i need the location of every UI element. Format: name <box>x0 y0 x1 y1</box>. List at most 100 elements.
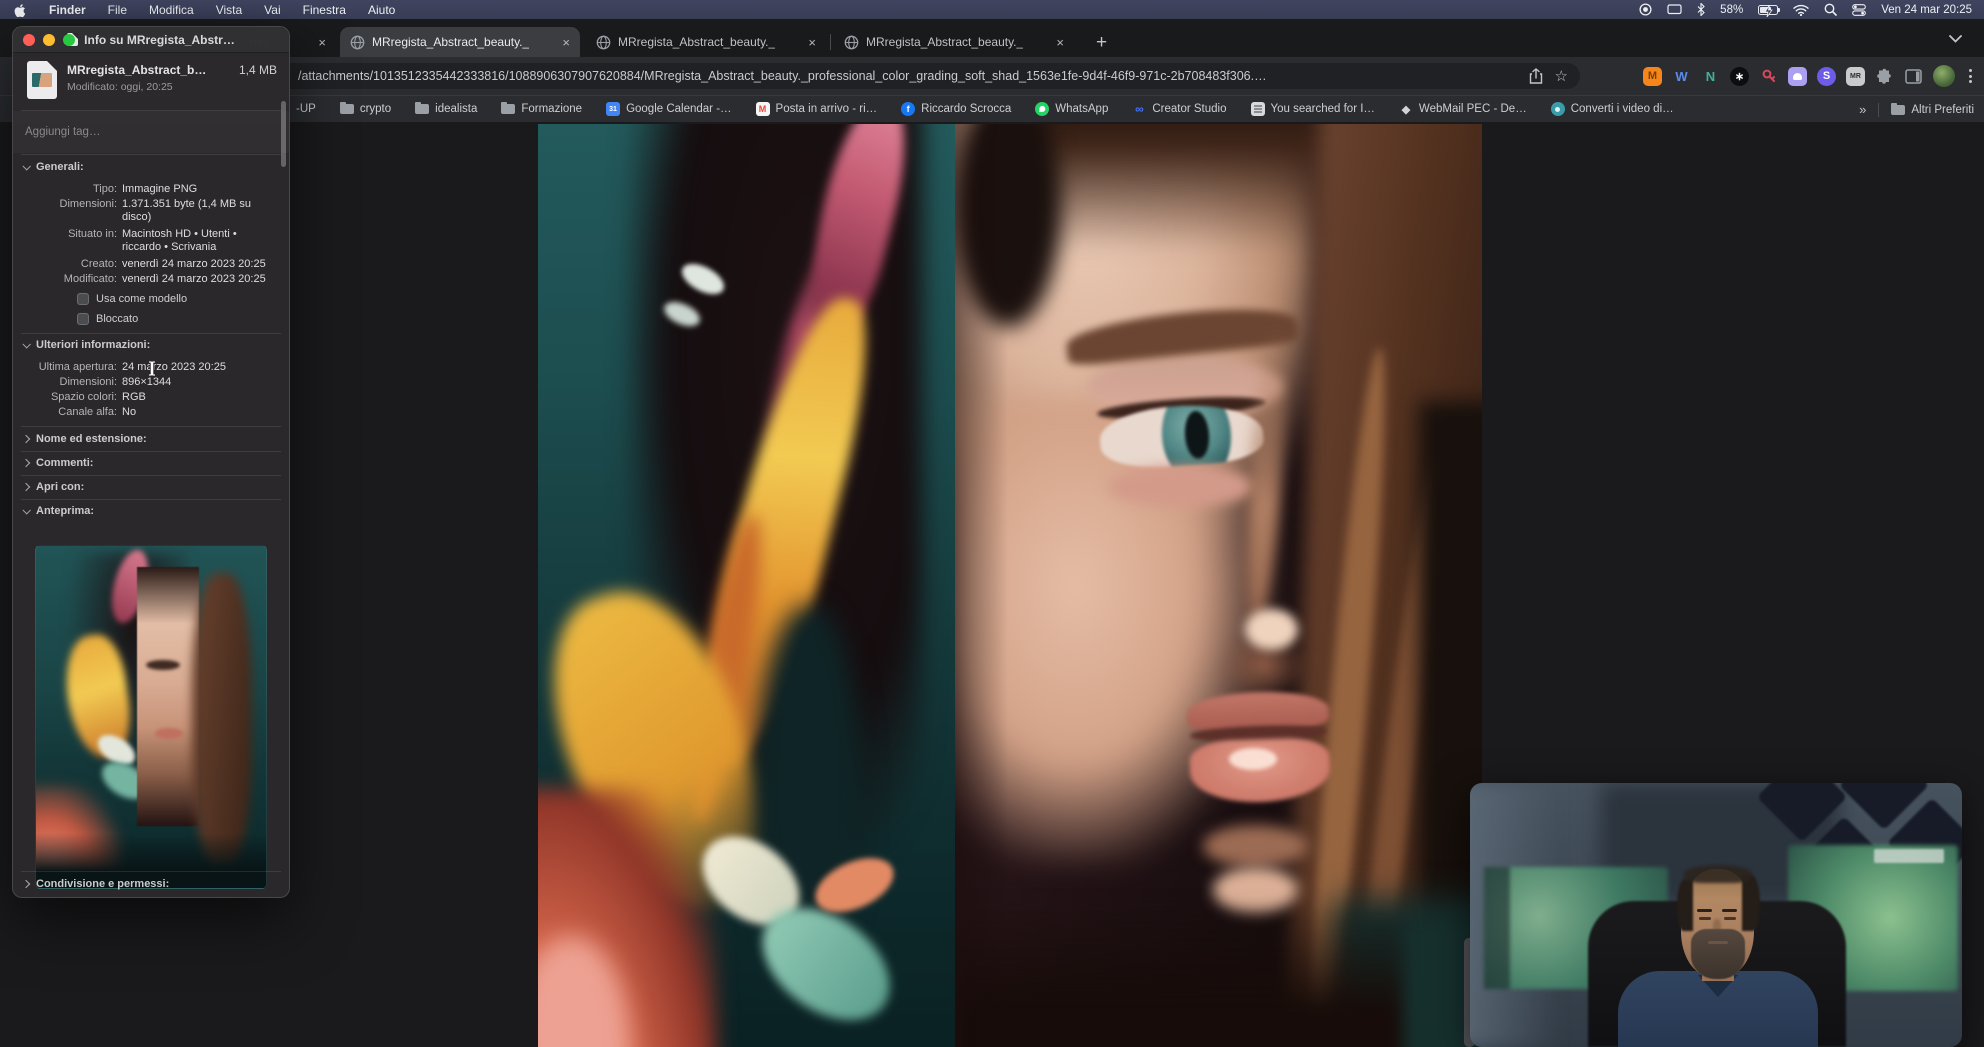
tab-mrregista-3[interactable]: MRregista_Abstract_beauty._ × <box>834 27 1074 57</box>
chevron-down-icon <box>22 162 31 171</box>
address-bar[interactable]: /attachments/1013512335442333816/1088906… <box>240 63 1580 89</box>
menu-item-finestra[interactable]: Finestra <box>303 3 346 17</box>
close-traffic-light[interactable] <box>23 34 35 46</box>
section-anteprima[interactable]: Anteprima: <box>22 505 94 517</box>
video-converter-icon <box>1550 102 1565 116</box>
phantom-extension-icon[interactable] <box>1788 66 1807 86</box>
apple-menu-icon[interactable] <box>14 3 27 17</box>
checkbox-icon[interactable] <box>77 293 89 305</box>
bookmark-converti-video[interactable]: Converti i video di… <box>1550 102 1674 116</box>
info-row-situato-in: Situato in: Macintosh HD • Utenti • ricca… <box>68 228 237 253</box>
extensions-puzzle-icon[interactable] <box>1875 67 1894 86</box>
browser-toolbar: /attachments/1013512335442333816/1088906… <box>0 57 1984 95</box>
mr-extension-icon[interactable]: MR <box>1846 66 1865 86</box>
key-extension-icon[interactable] <box>1759 67 1778 86</box>
bookmark-creator-studio[interactable]: ∞ Creator Studio <box>1132 102 1226 116</box>
info-row-spazio-colori: Spazio colori: RGB <box>50 391 146 403</box>
other-bookmarks-button[interactable]: Altri Preferiti <box>1891 102 1974 116</box>
side-panel-icon[interactable] <box>1904 67 1923 86</box>
section-commenti[interactable]: Commenti: <box>21 457 93 469</box>
tab-search-chevron-icon[interactable] <box>1949 35 1962 43</box>
checkbox-usa-come-modello[interactable]: Usa come modello <box>77 293 187 305</box>
solflare-extension-icon[interactable]: S <box>1817 66 1836 86</box>
globe-favicon <box>596 35 611 49</box>
globe-favicon <box>350 35 365 49</box>
bluetooth-icon[interactable] <box>1697 3 1705 16</box>
tab-close-icon[interactable]: × <box>318 35 326 50</box>
tab-close-icon[interactable]: × <box>1056 35 1064 50</box>
tab-label: MRregista_Abstract_beauty._ <box>372 35 530 49</box>
portrait-image <box>538 124 1482 1047</box>
bookmarks-overflow-chevrons[interactable]: » <box>1859 102 1866 117</box>
bookmark-google-calendar[interactable]: 31 Google Calendar -… <box>606 102 732 116</box>
tab-close-icon[interactable]: × <box>808 35 816 50</box>
control-center-icon[interactable] <box>1852 3 1867 16</box>
tab-mrregista-2[interactable]: MRregista_Abstract_beauty._ × <box>586 27 826 57</box>
bookmark-folder-crypto[interactable]: crypto <box>339 102 391 115</box>
minimize-traffic-light[interactable] <box>43 34 55 46</box>
chevron-right-icon <box>21 482 31 492</box>
display-icon[interactable] <box>1667 3 1682 16</box>
tab-close-icon[interactable]: × <box>562 35 570 50</box>
folder-icon <box>415 102 430 114</box>
chevron-right-icon <box>21 434 31 444</box>
new-tab-button[interactable]: + <box>1096 32 1107 54</box>
screen-recording-icon[interactable] <box>1639 3 1652 16</box>
finder-info-window: Info su MRregista_Abstr… MRregista_Abstr… <box>12 26 290 898</box>
menu-item-file[interactable]: File <box>108 3 127 17</box>
file-modified-line: Modificato: oggi, 20:25 <box>67 81 173 93</box>
info-row-dimensioni-byte: Dimensioni: 1.371.351 byte (1,4 MB su dis… <box>59 198 252 223</box>
chevron-down-icon <box>22 340 31 349</box>
chevron-right-icon <box>21 458 31 468</box>
section-apri-con[interactable]: Apri con: <box>21 481 84 493</box>
google-calendar-icon: 31 <box>606 102 621 116</box>
bookmark-folder-formazione[interactable]: Formazione <box>501 102 582 115</box>
info-row-modificato: Modificato: venerdì 24 marzo 2023 20:25 <box>63 273 266 285</box>
bookmark-gmail[interactable]: M Posta in arrivo - ri… <box>755 102 877 116</box>
artwork-face-half <box>955 124 1482 1047</box>
menu-item-finder[interactable]: Finder <box>49 3 86 17</box>
metamask-extension-icon[interactable]: M <box>1643 66 1662 86</box>
section-generali[interactable]: Generali: <box>22 161 84 173</box>
profile-avatar[interactable] <box>1933 65 1955 87</box>
bookmark-webmail-pec[interactable]: ◆ WebMail PEC - De… <box>1399 102 1527 116</box>
presenter-beard <box>1691 929 1745 979</box>
natrium-extension-icon[interactable]: N <box>1701 67 1720 86</box>
bookmark-star-icon[interactable]: ☆ <box>1555 67 1568 85</box>
info-row-canale-alfa: Canale alfa: No <box>58 406 137 418</box>
section-condivisione-e-permessi[interactable]: Condivisione e permessi: <box>21 878 169 890</box>
blue-wallet-extension-icon[interactable]: W <box>1672 67 1691 86</box>
page-icon <box>1250 102 1265 116</box>
spotlight-search-icon[interactable] <box>1824 3 1838 16</box>
bookmark-you-searched[interactable]: You searched for I… <box>1250 102 1375 116</box>
wifi-icon[interactable] <box>1793 4 1809 16</box>
url-text[interactable]: /attachments/1013512335442333816/1088906… <box>240 69 1485 83</box>
bookmark-up[interactable]: -UP <box>296 103 316 115</box>
zoom-traffic-light[interactable] <box>63 34 75 46</box>
section-ulteriori-informazioni[interactable]: Ulteriori informazioni: <box>22 339 150 351</box>
menu-bar: Finder File Modifica Vista Vai Finestra … <box>0 0 1984 19</box>
menu-item-aiuto[interactable]: Aiuto <box>368 3 395 17</box>
battery-icon[interactable] <box>1758 4 1781 17</box>
checkbox-icon[interactable] <box>77 313 89 325</box>
tags-input[interactable] <box>13 111 289 153</box>
share-icon[interactable] <box>1529 68 1543 84</box>
bookmark-facebook[interactable]: f Riccardo Scrocca <box>901 102 1011 116</box>
meta-icon: ∞ <box>1135 102 1144 116</box>
menu-item-modifica[interactable]: Modifica <box>149 3 194 17</box>
browser-tab-strip: ney × MRregista_Abstract_beauty._ × MRre… <box>0 19 1984 57</box>
browser-menu-kebab-icon[interactable] <box>1965 69 1976 83</box>
section-nome-ed-estensione[interactable]: Nome ed estensione: <box>21 433 147 445</box>
menu-bar-clock[interactable]: Ven 24 mar 20:25 <box>1881 4 1972 16</box>
checkbox-bloccato[interactable]: Bloccato <box>77 313 138 325</box>
file-name: MRregista_Abstract_b… <box>67 63 207 77</box>
preview-thumbnail <box>35 545 267 889</box>
info-window-scrollbar-thumb[interactable] <box>281 101 286 167</box>
tab-active-mrregista[interactable]: MRregista_Abstract_beauty._ × <box>340 27 580 57</box>
menu-item-vista[interactable]: Vista <box>216 3 242 17</box>
menu-item-vai[interactable]: Vai <box>264 3 280 17</box>
gmail-icon: M <box>755 102 770 116</box>
bookmark-whatsapp[interactable]: WhatsApp <box>1035 102 1108 116</box>
dark-extension-icon[interactable]: ∗ <box>1730 66 1749 86</box>
bookmark-folder-idealista[interactable]: idealista <box>415 102 477 115</box>
